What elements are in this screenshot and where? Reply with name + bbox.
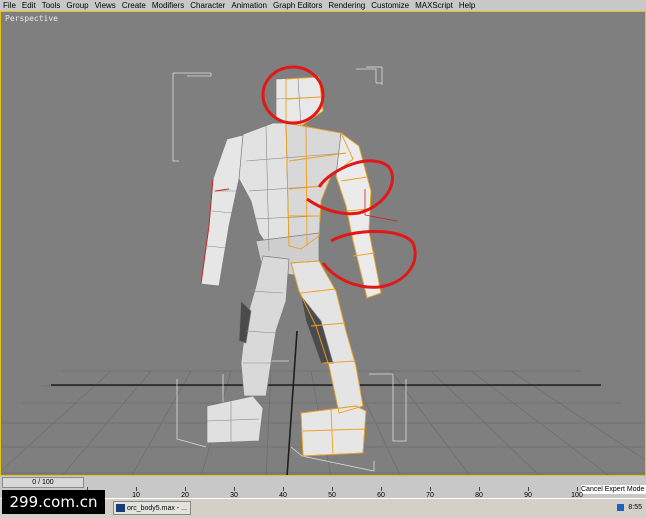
- menu-item-modifiers[interactable]: Modifiers: [149, 0, 187, 11]
- clock: 8:55: [628, 504, 642, 511]
- tray-network-icon[interactable]: [617, 503, 625, 511]
- ruler-tick: [136, 487, 137, 491]
- menu-item-group[interactable]: Group: [63, 0, 91, 11]
- site-watermark: 299.com.cn: [2, 490, 105, 514]
- menu-item-maxscript[interactable]: MAXScript: [412, 0, 456, 11]
- menu-item-create[interactable]: Create: [119, 0, 149, 11]
- ruler-tick: [577, 487, 578, 491]
- task-button-3dsmax[interactable]: orc_body5.max - ...: [113, 501, 191, 515]
- 3dsmax-icon: [116, 504, 125, 513]
- scene-3d[interactable]: [1, 12, 646, 476]
- ruler-tick: [528, 487, 529, 491]
- ruler-tick: [381, 487, 382, 491]
- ruler-tick: [185, 487, 186, 491]
- prompt-line: Cancel Expert Mode: [581, 485, 646, 494]
- menu-item-animation[interactable]: Animation: [228, 0, 270, 11]
- time-slider[interactable]: 0 / 100: [2, 477, 84, 488]
- menu-item-tools[interactable]: Tools: [39, 0, 64, 11]
- menu-item-views[interactable]: Views: [92, 0, 119, 11]
- ruler-tick: [332, 487, 333, 491]
- ruler-tick: [430, 487, 431, 491]
- system-tray: 8:55: [600, 501, 642, 515]
- ruler-tick: [479, 487, 480, 491]
- menu-item-file[interactable]: File: [0, 0, 19, 11]
- ruler-tick: [234, 487, 235, 491]
- menu-item-edit[interactable]: Edit: [19, 0, 39, 11]
- menu-item-help[interactable]: Help: [456, 0, 478, 11]
- task-label: orc_body5.max - ...: [127, 505, 187, 512]
- menu-item-customize[interactable]: Customize: [368, 0, 412, 11]
- ruler-tick: [283, 487, 284, 491]
- menu-item-rendering[interactable]: Rendering: [325, 0, 368, 11]
- menu-item-graph-editors[interactable]: Graph Editors: [270, 0, 325, 11]
- menu-item-character[interactable]: Character: [187, 0, 228, 11]
- character-mesh: [200, 76, 382, 457]
- perspective-viewport[interactable]: Perspective: [0, 11, 646, 476]
